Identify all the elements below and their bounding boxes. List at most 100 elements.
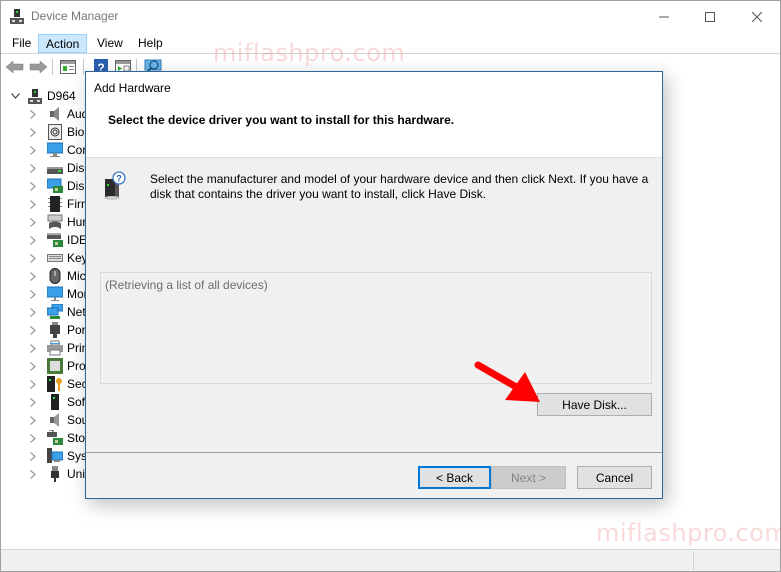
- back-button[interactable]: [5, 58, 25, 76]
- tree-item-label: Hur: [67, 215, 87, 229]
- close-button[interactable]: [734, 1, 780, 32]
- minimize-button[interactable]: [641, 1, 687, 32]
- dialog-separator: [86, 452, 662, 453]
- back-arrow-icon: [6, 60, 24, 74]
- tree-item[interactable]: Hur: [27, 213, 86, 231]
- tree-item-label: Net: [67, 305, 86, 319]
- window-title: Device Manager: [31, 9, 119, 23]
- chevron-right-icon[interactable]: [27, 324, 39, 336]
- menu-view[interactable]: View: [90, 34, 130, 53]
- device-manager-icon: [10, 9, 24, 24]
- close-icon: [752, 11, 762, 22]
- tree-item[interactable]: Prin: [27, 339, 88, 357]
- chevron-right-icon[interactable]: [27, 468, 39, 480]
- chevron-right-icon[interactable]: [27, 414, 39, 426]
- properties-button[interactable]: [58, 58, 78, 76]
- tree-item[interactable]: Soft: [27, 393, 88, 411]
- display-adapter-icon: [47, 178, 63, 194]
- chevron-right-icon[interactable]: [27, 396, 39, 408]
- port-icon: [47, 322, 63, 338]
- dialog-title: Add Hardware: [94, 81, 171, 95]
- tree-item[interactable]: Cor: [27, 141, 86, 159]
- tree-item[interactable]: Mic: [27, 267, 86, 285]
- tree-item-label: IDE: [67, 233, 88, 247]
- processor-icon: [47, 358, 63, 374]
- watermark-top: miflashpro.com: [213, 39, 406, 67]
- mouse-icon: [47, 268, 63, 284]
- chevron-right-icon[interactable]: [27, 450, 39, 462]
- add-hardware-dialog: Add Hardware Select the device driver yo…: [85, 71, 663, 499]
- storage-controller-icon: [47, 430, 63, 446]
- tree-root[interactable]: D964: [9, 87, 76, 105]
- firmware-icon: [47, 196, 63, 212]
- chevron-right-icon[interactable]: [27, 378, 39, 390]
- tree-item[interactable]: IDE: [27, 231, 87, 249]
- tree-item[interactable]: Disp: [27, 177, 91, 195]
- dialog-header: Add Hardware Select the device driver yo…: [86, 72, 662, 158]
- tree-item[interactable]: Firm: [27, 195, 91, 213]
- chevron-right-icon[interactable]: [27, 126, 39, 138]
- chevron-down-icon[interactable]: [9, 90, 21, 102]
- keyboard-icon: [47, 250, 63, 266]
- back-button[interactable]: < Back: [418, 466, 491, 489]
- system-device-icon: [47, 448, 63, 464]
- device-list-status: (Retrieving a list of all devices): [105, 278, 268, 292]
- hid-icon: [47, 214, 63, 230]
- ide-controller-icon: [47, 232, 63, 248]
- tree-root-label: D964: [47, 89, 76, 103]
- tree-item[interactable]: Proc: [27, 357, 92, 375]
- chevron-right-icon[interactable]: [27, 342, 39, 354]
- have-disk-button[interactable]: Have Disk...: [537, 393, 652, 416]
- cancel-button[interactable]: Cancel: [577, 466, 652, 489]
- computer-icon: [47, 142, 63, 158]
- menu-action[interactable]: Action: [38, 34, 88, 53]
- toolbar-separator: [52, 59, 53, 75]
- chevron-right-icon[interactable]: [27, 306, 39, 318]
- tree-item[interactable]: Bior: [27, 123, 88, 141]
- tree-item[interactable]: Syst: [27, 447, 90, 465]
- chevron-right-icon[interactable]: [27, 216, 39, 228]
- tree-item[interactable]: Stor: [27, 429, 89, 447]
- chevron-right-icon[interactable]: [27, 144, 39, 156]
- network-adapter-icon: [47, 304, 63, 320]
- chevron-right-icon[interactable]: [27, 360, 39, 372]
- tree-item-label: Cor: [67, 143, 87, 157]
- audio-icon: [47, 106, 63, 122]
- chevron-right-icon[interactable]: [27, 288, 39, 300]
- printer-icon: [47, 340, 63, 356]
- tree-item[interactable]: Port: [27, 321, 89, 339]
- menu-file[interactable]: File: [5, 34, 38, 53]
- menu-help[interactable]: Help: [131, 34, 170, 53]
- tree-item[interactable]: Univ: [27, 465, 91, 483]
- tree-item[interactable]: Aud: [27, 105, 88, 123]
- chevron-right-icon[interactable]: [27, 198, 39, 210]
- security-device-icon: [47, 376, 63, 392]
- properties-icon: [60, 60, 76, 74]
- title-bar: Device Manager: [1, 1, 780, 32]
- chevron-right-icon[interactable]: [27, 270, 39, 282]
- dialog-heading: Select the device driver you want to ins…: [108, 113, 455, 127]
- tree-item[interactable]: Sou: [27, 411, 88, 429]
- computer-root-icon: [27, 88, 43, 104]
- maximize-icon: [705, 11, 715, 22]
- tree-item[interactable]: Key: [27, 249, 88, 267]
- maximize-button[interactable]: [687, 1, 733, 32]
- chevron-right-icon[interactable]: [27, 108, 39, 120]
- sound-icon: [47, 412, 63, 428]
- chevron-right-icon[interactable]: [27, 252, 39, 264]
- tree-item[interactable]: Mor: [27, 285, 88, 303]
- chevron-right-icon[interactable]: [27, 234, 39, 246]
- chevron-right-icon[interactable]: [27, 162, 39, 174]
- software-device-icon: [47, 394, 63, 410]
- red-arrow-annotation: [474, 361, 540, 402]
- tree-item[interactable]: Net: [27, 303, 86, 321]
- device-list[interactable]: (Retrieving a list of all devices): [100, 272, 652, 384]
- chevron-right-icon[interactable]: [27, 180, 39, 192]
- disk-drive-icon: [47, 160, 63, 176]
- biometric-icon: [47, 124, 63, 140]
- tree-item[interactable]: Disk: [27, 159, 90, 177]
- status-bar-separator: [693, 552, 694, 570]
- forward-button[interactable]: [28, 58, 48, 76]
- next-button[interactable]: Next >: [491, 466, 566, 489]
- chevron-right-icon[interactable]: [27, 432, 39, 444]
